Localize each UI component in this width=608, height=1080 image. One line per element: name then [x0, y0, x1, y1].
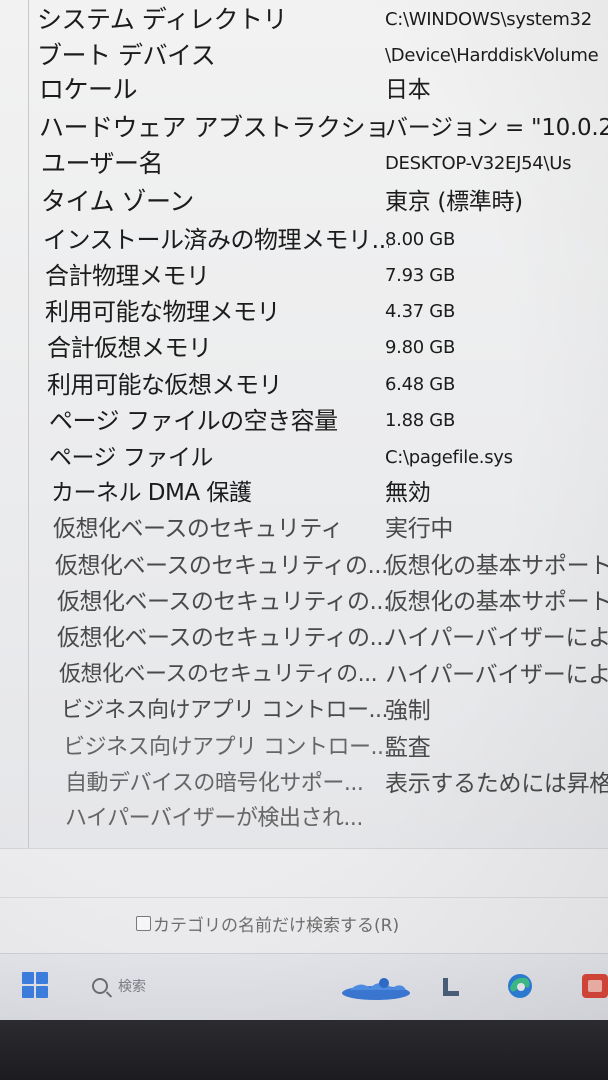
info-row-value: 1.88 GB	[385, 410, 455, 431]
info-row-name: ロケール	[39, 75, 138, 104]
info-row-value: 8.00 GB	[385, 229, 455, 250]
info-row-name: 合計物理メモリ	[45, 262, 210, 290]
info-row-value: 6.48 GB	[385, 374, 455, 395]
info-row-name: 合計仮想メモリ	[47, 334, 212, 362]
info-row-name: 仮想化ベースのセキュリティの...	[55, 553, 388, 579]
info-row[interactable]: システム ディレクトリ C:\WINDOWS\system32	[29, 2, 608, 38]
info-row[interactable]: インストール済みの物理メモリ... 8.00 GB	[29, 222, 608, 258]
monitor-bezel	[0, 1020, 608, 1080]
info-row-value: バージョン = "10.0.261	[385, 115, 608, 141]
info-row-name: ユーザー名	[41, 149, 164, 178]
info-row[interactable]: ユーザー名 DESKTOP-V32EJ54\Us	[29, 146, 608, 182]
msinfo-window: システム ディレクトリ C:\WINDOWS\system32 ブート デバイス \D…	[0, 0, 608, 1020]
search-icon	[92, 978, 108, 994]
windows-start-icon[interactable]	[22, 972, 48, 998]
info-row-name: タイム ゾーン	[41, 187, 194, 216]
info-row[interactable]: 仮想化ベースのセキュリティの... ハイパーバイザーによる	[29, 657, 608, 693]
info-row-name: カーネル DMA 保護	[51, 480, 252, 506]
info-row-value: 4.37 GB	[385, 301, 455, 322]
search-panel: カテゴリの名前だけ検索する(R)	[0, 848, 608, 954]
info-row-name: 利用可能な物理メモリ	[45, 298, 281, 326]
info-row[interactable]: ページ ファイル C:\pagefile.sys	[29, 440, 608, 476]
info-row-name: 仮想化ベースのセキュリティの...	[57, 589, 390, 615]
info-row[interactable]: 利用可能な物理メモリ 4.37 GB	[29, 294, 608, 330]
info-row-value: ハイパーバイザーによる	[385, 662, 608, 688]
info-row[interactable]: 仮想化ベースのセキュリティの...ハイパーバイザーによる	[29, 620, 608, 656]
info-row[interactable]: 合計物理メモリ 7.93 GB	[29, 258, 608, 294]
category-only-label: カテゴリの名前だけ検索する(R)	[153, 916, 400, 936]
info-row[interactable]: ハードウェア アブストラクション ...バージョン = "10.0.261	[29, 110, 608, 146]
info-row-name: ページ ファイルの空き容量	[49, 407, 338, 435]
info-row[interactable]: ビジネス向けアプリ コントロー... 強制	[29, 693, 608, 729]
info-row-value: DESKTOP-V32EJ54\Us	[385, 153, 572, 174]
info-row-value: ハイパーバイザーによる	[385, 625, 608, 651]
info-row-name: システム ディレクトリ	[37, 5, 287, 34]
info-row-name: 利用可能な仮想メモリ	[47, 371, 283, 399]
category-only-option[interactable]: カテゴリの名前だけ検索する(R)	[136, 911, 399, 936]
info-row-name: ページ ファイル	[49, 445, 213, 471]
taskbar-search-box[interactable]: 検索	[78, 971, 218, 1001]
info-row-value: C:\WINDOWS\system32	[385, 9, 592, 30]
info-row[interactable]: タイム ゾーン 東京 (標準時)	[29, 184, 608, 220]
info-row-name: 自動デバイスの暗号化サポー...	[65, 771, 364, 796]
info-row[interactable]: ビジネス向けアプリ コントロー... 監査	[29, 730, 608, 766]
divider	[0, 897, 608, 898]
info-row-name: 仮想化ベースのセキュリティの...	[59, 662, 378, 687]
info-row[interactable]: ブート デバイス \Device\HarddiskVolume	[29, 38, 608, 74]
info-row[interactable]: ロケール 日本	[29, 72, 608, 108]
info-row-value: 仮想化の基本サポート	[385, 553, 608, 579]
info-row-value: 無効	[385, 480, 431, 506]
edge-icon[interactable]	[506, 972, 534, 1000]
info-row-value: 日本	[385, 77, 431, 103]
info-row-value: 強制	[385, 698, 431, 724]
info-row-name: ビジネス向けアプリ コントロー...	[61, 698, 388, 723]
info-row[interactable]: 仮想化ベースのセキュリティの... 仮想化の基本サポート	[29, 548, 608, 584]
info-row-name: インストール済みの物理メモリ...	[43, 226, 389, 254]
info-row-name: ビジネス向けアプリ コントロー...	[63, 735, 390, 760]
info-row-value: C:\pagefile.sys	[385, 447, 513, 468]
taskbar: 検索	[0, 953, 608, 1020]
info-row[interactable]: カーネル DMA 保護 無効	[29, 475, 608, 511]
info-row-value: 東京 (標準時)	[385, 189, 523, 215]
info-row-name: 仮想化ベースのセキュリティの...	[57, 625, 390, 651]
info-row-value: 表示するためには昇格	[385, 771, 608, 797]
system-summary-list: システム ディレクトリ C:\WINDOWS\system32 ブート デバイス \D…	[28, 0, 608, 848]
info-row[interactable]: 合計仮想メモリ 9.80 GB	[29, 330, 608, 366]
info-row-name: 仮想化ベースのセキュリティ	[53, 516, 343, 542]
info-row-value: 仮想化の基本サポート	[385, 589, 608, 615]
info-row-value: \Device\HarddiskVolume	[385, 45, 599, 66]
info-row-name: ブート デバイス	[37, 41, 216, 70]
category-only-checkbox[interactable]	[136, 916, 151, 931]
info-row-value: 7.93 GB	[385, 265, 455, 286]
app-l-icon[interactable]	[440, 976, 462, 998]
info-row[interactable]: ハイパーバイザーが検出され...	[29, 801, 608, 837]
info-row[interactable]: 利用可能な仮想メモリ 6.48 GB	[29, 367, 608, 403]
app-red-icon[interactable]	[582, 972, 608, 1000]
widgets-icon[interactable]	[340, 976, 412, 1002]
info-row[interactable]: 自動デバイスの暗号化サポー... 表示するためには昇格	[29, 766, 608, 802]
taskbar-search-placeholder: 検索	[118, 979, 146, 995]
info-row[interactable]: 仮想化ベースのセキュリティ 実行中	[29, 511, 608, 547]
info-row-name: ハイパーバイザーが検出され...	[65, 806, 363, 831]
info-row-name: ハードウェア アブストラクション ...	[39, 113, 385, 142]
info-row-value: 実行中	[385, 516, 454, 542]
info-row[interactable]: 仮想化ベースのセキュリティの... 仮想化の基本サポート	[29, 584, 608, 620]
info-row-value: 9.80 GB	[385, 337, 455, 358]
info-row[interactable]: ページ ファイルの空き容量 1.88 GB	[29, 403, 608, 439]
info-row-value: 監査	[385, 735, 431, 761]
